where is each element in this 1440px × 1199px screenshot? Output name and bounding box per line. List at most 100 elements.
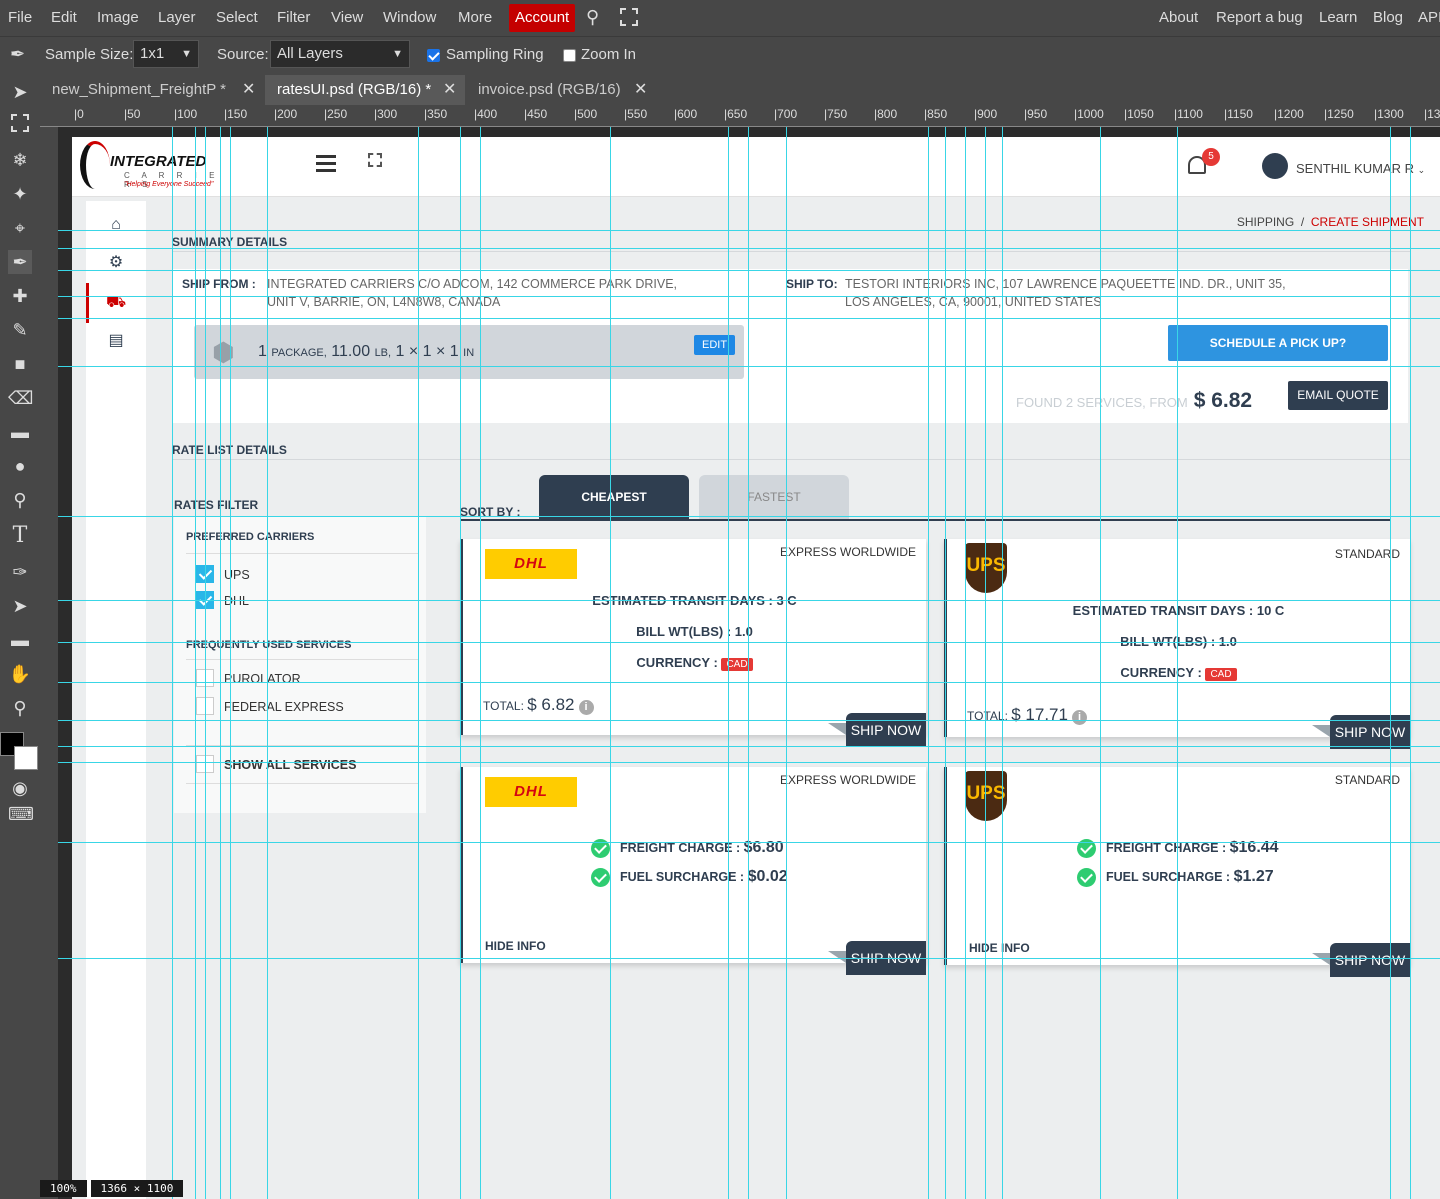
zoom-tool-icon[interactable]: ⚲ [8,696,32,720]
hide-info-link[interactable]: HIDE INFO [969,941,1030,955]
eraser-tool-icon[interactable]: ⌫ [8,386,33,410]
integrated-carriers-logo: INTEGRATED C A R R I E R S "Helping Ever… [80,141,230,191]
ship-now-button[interactable]: SHIP NOW [1312,715,1410,749]
dhl-checkbox[interactable] [196,591,214,609]
canvas-area[interactable]: INTEGRATED C A R R I E R S "Helping Ever… [58,127,1440,1199]
expand-icon[interactable] [368,153,382,167]
ruler-tick: |300 [374,107,398,121]
search-icon[interactable]: ⚲ [586,7,599,28]
ship-now-button[interactable]: SHIP NOW [1312,943,1410,977]
move-tool-icon[interactable]: ➤ [8,80,32,104]
user-settings-icon[interactable]: ⚙ [106,253,126,273]
notification-bell-icon[interactable]: 5 [1186,148,1220,179]
healing-tool-icon[interactable]: ✚ [8,284,32,308]
schedule-pickup-button[interactable]: SCHEDULE A PICK UP? [1168,325,1388,361]
menu-more[interactable]: More [458,9,492,26]
menu-api[interactable]: API [1418,9,1440,26]
tab-invoice[interactable]: invoice.psd (RGB/16) ✕ [466,75,656,105]
horizontal-ruler[interactable]: |0 |50 |100 |150 |200 |250 |300 |350 |400 |450 |50… [40,105,1440,127]
gradient-tool-icon[interactable]: ▬ [8,420,32,444]
hamburger-menu-icon[interactable] [316,155,336,172]
rates-filter-panel: PREFERRED CARRIERS UPS DHL FREQUENTLY US… [174,517,426,813]
menu-file[interactable]: File [8,9,32,26]
breadcrumb-shipping[interactable]: SHIPPING [1237,215,1294,229]
lasso-tool-icon[interactable]: ❄ [8,148,32,172]
zoom-in-checkbox[interactable] [563,49,576,62]
tab-cheapest[interactable]: CHEAPEST [539,475,689,519]
ruler-tick: |850 [924,107,948,121]
fullscreen-icon[interactable] [620,8,638,26]
ups-checkbox[interactable] [196,565,214,583]
brush-tool-icon[interactable]: ✎ [8,318,32,342]
ruler-tick: |550 [624,107,648,121]
service-name: EXPRESS WORLDWIDE [779,545,916,559]
dodge-tool-icon[interactable]: ⚲ [8,488,32,512]
tool-panel: ➤ ❄ ✦ ⌖ ✒ ✚ ✎ ■ ⌫ ▬ ● ⚲ T ✑ ➤ ▬ ✋ ⚲ ◉ ⌨ [0,72,40,1199]
user-name[interactable]: SENTHIL KUMAR R ⌄ [1296,161,1425,176]
eyedropper-tool-icon[interactable]: ✒ [8,250,32,274]
path-select-icon[interactable]: ➤ [8,594,32,618]
transit-days: ESTIMATED TRANSIT DAYS : 10 C [1072,603,1285,618]
home-icon[interactable]: ⌂ [106,215,126,235]
menu-filter[interactable]: Filter [277,9,310,26]
tab-fastest[interactable]: FASTEST [699,475,849,519]
ruler-tick: |650 [724,107,748,121]
crop-tool-icon[interactable]: ⌖ [8,216,32,240]
tab-rates-ui[interactable]: ratesUI.psd (RGB/16) * ✕ [265,75,465,105]
divider [172,251,1410,252]
menu-window[interactable]: Window [383,9,436,26]
sampling-ring-checkbox[interactable] [427,49,440,62]
show-all-checkbox[interactable] [196,755,214,773]
ruler-tick: |700 [774,107,798,121]
menu-blog[interactable]: Blog [1373,9,1403,26]
vertical-ruler[interactable] [40,127,58,1199]
menu-layer[interactable]: Layer [158,9,196,26]
background-color-swatch[interactable] [14,746,38,770]
total-price: TOTAL: $ 17.71 i [967,705,1087,725]
edit-package-button[interactable]: EDIT [694,335,736,355]
menu-edit[interactable]: Edit [51,9,77,26]
chevron-down-icon: ⌄ [1417,165,1426,175]
menu-about[interactable]: About [1159,9,1198,26]
stamp-tool-icon[interactable]: ■ [8,352,32,376]
federal-express-checkbox[interactable] [196,697,214,715]
menu-image[interactable]: Image [97,9,139,26]
menu-learn[interactable]: Learn [1319,9,1357,26]
purolator-checkbox[interactable] [196,669,214,687]
pen-tool-icon[interactable]: ✑ [8,560,32,584]
close-icon[interactable]: ✕ [242,75,255,105]
marquee-tool-icon[interactable] [11,114,29,132]
ship-now-button[interactable]: SHIP NOW [828,713,926,747]
sample-size-select[interactable]: 1x1 ▼ [133,40,199,68]
type-tool-icon[interactable]: T [8,524,32,548]
divider [186,783,418,784]
ups-logo: UPS [965,543,1007,593]
keyboard-icon[interactable]: ⌨ [8,802,34,826]
info-icon[interactable]: i [1071,710,1087,725]
check-circle-icon [591,868,610,888]
menu-report-bug[interactable]: Report a bug [1216,9,1303,26]
close-icon[interactable]: ✕ [443,75,456,105]
zoom-level[interactable]: 100% [40,1180,87,1197]
menu-view[interactable]: View [331,9,363,26]
ups-logo: UPS [965,771,1007,821]
email-quote-button[interactable]: EMAIL QUOTE [1288,381,1388,410]
hand-tool-icon[interactable]: ✋ [8,662,32,686]
tab-new-shipment[interactable]: new_Shipment_FreightP * ✕ [40,75,262,105]
info-icon[interactable]: i [578,700,594,715]
blur-tool-icon[interactable]: ● [8,454,32,478]
avatar[interactable] [1262,153,1288,179]
source-select[interactable]: All Layers ▼ [270,40,410,68]
truck-icon[interactable]: ⛟ [106,293,126,313]
id-card-icon[interactable]: ▤ [106,331,126,351]
ship-now-button[interactable]: SHIP NOW [828,941,926,975]
quick-mask-icon[interactable]: ◉ [8,776,32,800]
close-icon[interactable]: ✕ [634,75,647,105]
service-name: STANDARD [1334,547,1400,561]
hide-info-link[interactable]: HIDE INFO [485,939,546,953]
menu-select[interactable]: Select [216,9,258,26]
found-services: FOUND 2 SERVICES, FROM $ 6.82 [1016,389,1253,412]
magic-wand-icon[interactable]: ✦ [8,182,32,206]
shape-tool-icon[interactable]: ▬ [8,628,32,652]
account-button[interactable]: Account [509,4,576,32]
